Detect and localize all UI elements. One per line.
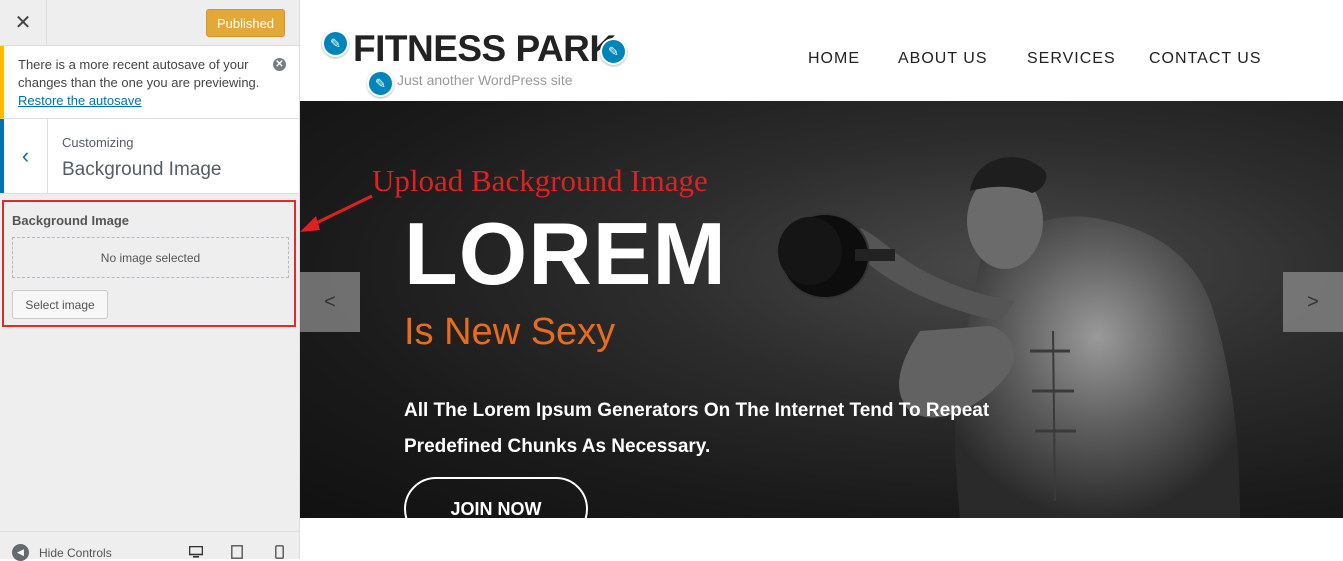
chevron-left-icon: < (324, 290, 336, 313)
hero-subtitle: Is New Sexy (404, 311, 616, 353)
slider-next-button[interactable]: > (1283, 272, 1343, 332)
section-header: ‹ Customizing Background Image (0, 119, 299, 194)
nav-contact-us[interactable]: CONTACT US (1149, 50, 1262, 68)
nav-services[interactable]: SERVICES (1027, 50, 1116, 68)
image-placeholder: No image selected (12, 237, 289, 278)
hide-controls-label: Hide Controls (39, 545, 112, 560)
desktop-preview-icon[interactable] (188, 544, 204, 559)
edit-tagline-pencil-icon[interactable]: ✎ (367, 70, 394, 97)
select-image-button[interactable]: Select image (12, 290, 108, 319)
site-preview: FITNESS PARK Just another WordPress site… (300, 0, 1343, 559)
back-button[interactable]: ‹ (0, 119, 48, 193)
customizer-sidebar: ✕ Published There is a more recent autos… (0, 0, 300, 561)
customizer-topbar: ✕ Published (0, 0, 299, 46)
site-header: FITNESS PARK Just another WordPress site… (300, 0, 1343, 101)
autosave-notice: There is a more recent autosave of your … (0, 46, 299, 119)
dismiss-icon[interactable]: ✕ (273, 58, 286, 71)
tablet-preview-icon[interactable] (229, 544, 245, 559)
chevron-left-icon: ‹ (21, 143, 30, 168)
site-tagline: Just another WordPress site (397, 72, 573, 88)
mobile-preview-icon[interactable] (271, 544, 287, 559)
hero-title: LOREM (404, 204, 727, 303)
annotation-label: Upload Background Image (372, 163, 708, 198)
annotation-arrow-icon (300, 194, 373, 232)
control-label: Background Image (12, 213, 130, 228)
slider-prev-button[interactable]: < (300, 272, 360, 332)
customizer-footer: ◀ Hide Controls (0, 531, 299, 561)
close-icon: ✕ (14, 12, 32, 34)
background-image-control: Background Image No image selected Selec… (2, 200, 296, 327)
close-button[interactable]: ✕ (0, 0, 47, 45)
hero-text-line-2: Predefined Chunks As Necessary. (404, 436, 711, 457)
hero-description: All The Lorem Ipsum Generators On The In… (404, 393, 1044, 465)
join-now-button[interactable]: JOIN NOW (404, 477, 588, 518)
collapse-icon: ◀ (12, 544, 29, 561)
edit-title-pencil-icon[interactable]: ✎ (322, 30, 349, 57)
chevron-right-icon: > (1307, 290, 1319, 313)
section-subtitle: Customizing (62, 135, 134, 150)
restore-autosave-link[interactable]: Restore the autosave (18, 93, 142, 108)
published-button[interactable]: Published (206, 9, 285, 37)
hide-controls-button[interactable]: ◀ Hide Controls (12, 544, 112, 561)
nav-about-us[interactable]: ABOUT US (898, 50, 988, 68)
site-title[interactable]: FITNESS PARK (353, 28, 616, 70)
nav-home[interactable]: HOME (808, 50, 860, 68)
notice-message: There is a more recent autosave of your … (18, 57, 260, 90)
section-title: Background Image (62, 159, 222, 180)
edit-nav-pencil-icon[interactable]: ✎ (600, 38, 627, 65)
hero-text-line-1: All The Lorem Ipsum Generators On The In… (404, 400, 990, 421)
